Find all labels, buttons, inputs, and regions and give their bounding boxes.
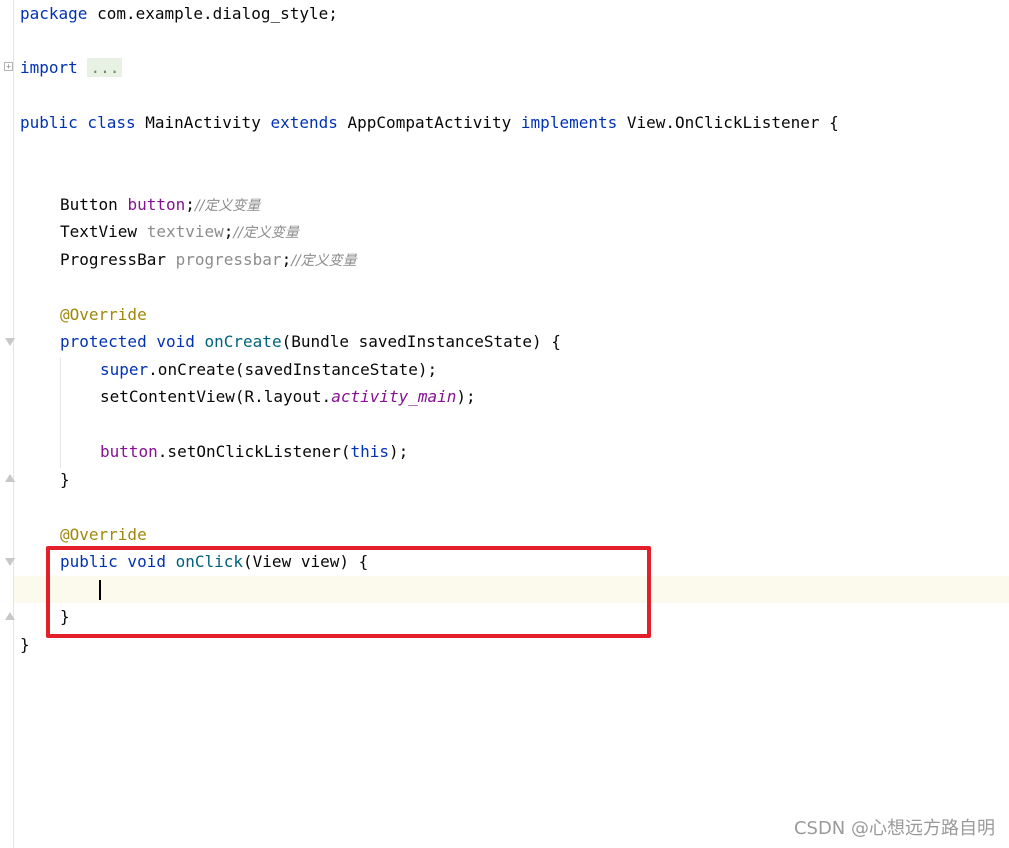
layout-resource: activity_main <box>331 387 457 406</box>
keyword: import <box>20 58 78 77</box>
keyword: public <box>20 113 78 132</box>
type-name: Button <box>60 195 128 214</box>
annotation-highlight-box <box>46 546 651 638</box>
method-name: onCreate <box>194 332 282 351</box>
comment: //定义变量 <box>233 225 299 241</box>
semicolon: ; <box>223 222 234 241</box>
fold-collapse-icon[interactable] <box>5 338 15 346</box>
fold-collapse-icon[interactable] <box>5 558 15 566</box>
field-name: button <box>100 442 158 461</box>
brace: } <box>20 635 30 654</box>
code-line-close-brace[interactable]: } <box>60 466 1009 493</box>
editor-gutter[interactable]: + <box>0 0 15 848</box>
keyword: super <box>100 360 149 379</box>
code-line-progressbar-field[interactable]: ProgressBar progressbar;//定义变量 <box>60 246 1009 273</box>
field-name: progressbar <box>175 250 282 269</box>
indent-guide <box>60 358 61 468</box>
class-name: MainActivity <box>135 113 261 132</box>
semicolon: ; <box>281 250 292 269</box>
code-line-setcontentview[interactable]: setContentView(R.layout.activity_main); <box>100 383 1009 410</box>
code-line-button-field[interactable]: Button button;//定义变量 <box>60 191 1009 218</box>
type-name: TextView <box>60 222 147 241</box>
code-line-oncreate-decl[interactable]: protected void onCreate(Bundle savedInst… <box>60 328 1009 355</box>
package-name: com.example.dialog_style; <box>87 4 338 23</box>
code-line-override-2[interactable]: @Override <box>60 521 1009 548</box>
keyword: class <box>77 113 136 132</box>
keyword: implements <box>511 113 618 132</box>
watermark: CSDN @心想远方路自明 <box>793 818 995 839</box>
annotation: @Override <box>60 525 147 544</box>
keyword: protected <box>60 332 147 351</box>
keyword: this <box>350 442 389 461</box>
code-line-textview-field[interactable]: TextView textview;//定义变量 <box>60 218 1009 245</box>
keyword: extends <box>260 113 338 132</box>
comment: //定义变量 <box>291 253 357 269</box>
keyword: void <box>146 332 195 351</box>
code-line-super-call[interactable]: super.onCreate(savedInstanceState); <box>100 356 1009 383</box>
fold-expand-icon[interactable]: + <box>4 62 13 71</box>
keyword: package <box>20 4 88 23</box>
interface-name: View.OnClickListener { <box>617 113 839 132</box>
code-line-set-listener[interactable]: button.setOnClickListener(this); <box>100 438 1009 465</box>
method-call: setContentView(R.layout. <box>100 387 332 406</box>
code-line-class-decl[interactable]: public class MainActivity extends AppCom… <box>20 109 1000 136</box>
semicolon: ; <box>185 195 195 214</box>
brace: } <box>60 470 70 489</box>
punctuation: ); <box>456 387 476 406</box>
method-params: (Bundle savedInstanceState) { <box>281 332 561 351</box>
field-name: button <box>127 195 186 214</box>
superclass-name: AppCompatActivity <box>337 113 512 132</box>
comment: //定义变量 <box>194 198 261 214</box>
annotation: @Override <box>60 305 147 324</box>
method-call: .onCreate(savedInstanceState); <box>148 360 438 379</box>
type-name: ProgressBar <box>60 250 176 269</box>
folded-imports[interactable]: ... <box>87 58 123 77</box>
method-call: .setOnClickListener( <box>157 442 351 461</box>
code-line-import[interactable]: import ... <box>20 54 1000 81</box>
fold-end-icon[interactable] <box>5 612 15 620</box>
fold-end-icon[interactable] <box>5 474 15 482</box>
field-name: textview <box>146 222 224 241</box>
code-line-override-1[interactable]: @Override <box>60 301 1009 328</box>
punctuation: ); <box>388 442 409 461</box>
code-line-package[interactable]: package com.example.dialog_style; <box>20 0 1000 27</box>
